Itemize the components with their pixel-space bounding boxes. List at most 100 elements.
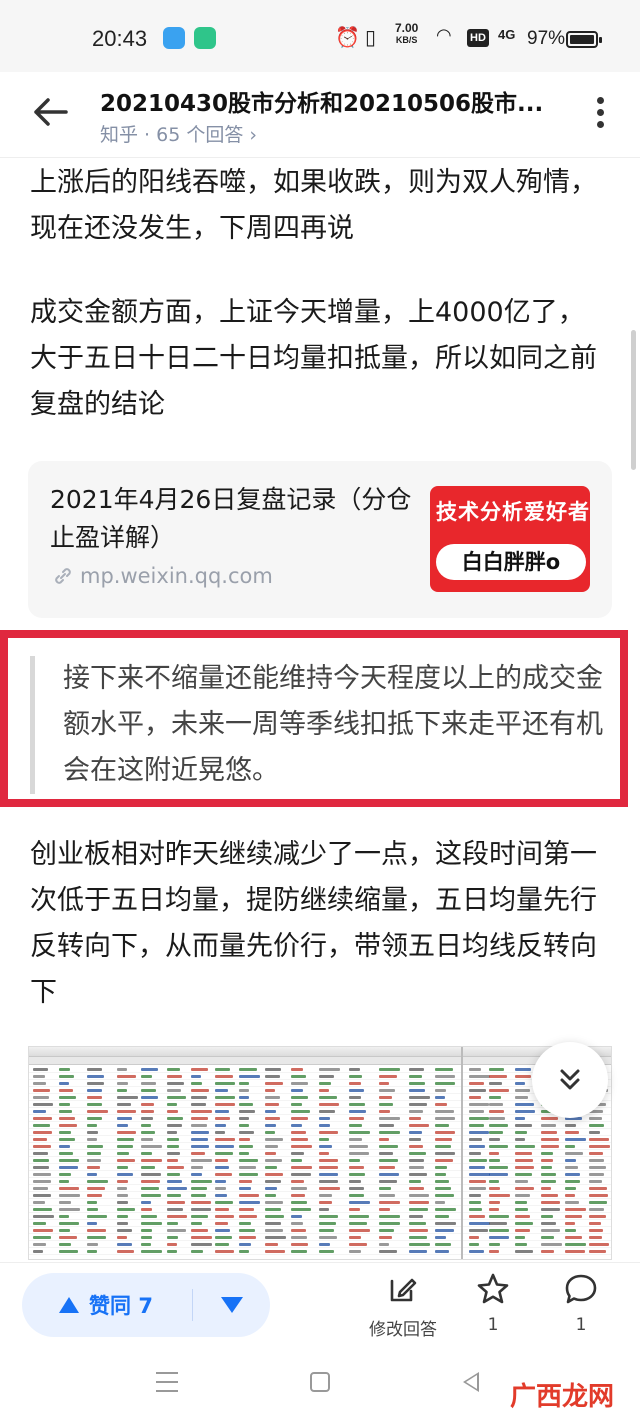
screenshot-cell <box>319 1187 340 1190</box>
favorite-button[interactable]: 1 <box>448 1271 538 1335</box>
screenshot-cell <box>33 1243 46 1246</box>
screenshot-cell <box>565 1250 585 1253</box>
screenshot-cell <box>141 1075 152 1078</box>
downvote-button[interactable] <box>194 1273 270 1337</box>
screenshot-cell <box>515 1110 535 1113</box>
screenshot-cell <box>435 1103 447 1106</box>
screenshot-cell <box>265 1110 276 1113</box>
screenshot-cell <box>59 1103 70 1106</box>
more-options-button[interactable] <box>590 94 610 134</box>
screenshot-cell <box>141 1124 151 1127</box>
screenshot-cell <box>87 1243 98 1246</box>
screenshot-cell <box>319 1082 331 1085</box>
screenshot-cell <box>379 1187 391 1190</box>
screenshot-cell <box>565 1166 578 1169</box>
screenshot-cell <box>409 1117 421 1120</box>
screenshot-cell <box>215 1089 228 1092</box>
system-back-button[interactable] <box>463 1372 479 1392</box>
screenshot-cell <box>589 1166 606 1169</box>
screenshot-cell <box>33 1089 50 1092</box>
link-card-title: 2021年4月26日复盘记录（分仓止盈详解） <box>50 485 412 552</box>
screenshot-cell <box>319 1215 338 1218</box>
screenshot-cell <box>239 1110 255 1113</box>
screenshot-cell <box>167 1173 180 1176</box>
stock-table-screenshot[interactable] <box>28 1046 612 1260</box>
home-button[interactable] <box>310 1372 330 1392</box>
screenshot-cell <box>489 1068 504 1071</box>
screenshot-cell <box>469 1180 486 1183</box>
scrollbar[interactable] <box>631 330 636 470</box>
screenshot-cell <box>435 1166 447 1169</box>
screenshot-cell <box>191 1173 202 1176</box>
screenshot-cell <box>349 1201 370 1204</box>
screenshot-cell <box>409 1173 427 1176</box>
recent-apps-button[interactable] <box>156 1372 178 1394</box>
screenshot-cell <box>87 1096 102 1099</box>
screenshot-cell <box>379 1229 394 1232</box>
screenshot-cell <box>589 1187 607 1190</box>
screenshot-cell <box>291 1208 311 1211</box>
more-dot-icon <box>596 121 604 128</box>
screenshot-cell <box>409 1187 424 1190</box>
thumb-text-2: 白白胖胖o <box>436 544 586 580</box>
screenshot-cell <box>379 1159 398 1162</box>
screenshot-cell <box>435 1159 453 1162</box>
screenshot-cell <box>59 1215 69 1218</box>
screenshot-cell <box>167 1082 184 1085</box>
screenshot-cell <box>167 1180 182 1183</box>
screenshot-cell <box>33 1173 51 1176</box>
screenshot-cell <box>515 1187 534 1190</box>
question-title[interactable]: 20210430股市分析和20210506股市... <box>100 84 560 118</box>
screenshot-cell <box>117 1215 128 1218</box>
screenshot-cell <box>291 1117 308 1120</box>
scroll-to-next-button[interactable] <box>532 1042 608 1118</box>
screenshot-cell <box>489 1159 500 1162</box>
screenshot-cell <box>349 1250 361 1253</box>
screenshot-cell <box>117 1222 128 1225</box>
upvote-button[interactable]: 赞同 7 <box>22 1273 190 1337</box>
screenshot-cell <box>319 1229 334 1232</box>
screenshot-cell <box>541 1159 553 1162</box>
article-paragraph-3: 创业板相对昨天继续减少了一点，这段时间第一次低于五日均量，提防继续缩量，五日均量… <box>30 839 597 1008</box>
screenshot-cell <box>435 1131 455 1134</box>
screenshot-cell <box>349 1096 361 1099</box>
comment-button[interactable]: 1 <box>536 1271 626 1335</box>
screenshot-cell <box>319 1117 330 1120</box>
screenshot-cell <box>87 1159 101 1162</box>
screenshot-cell <box>215 1138 235 1141</box>
screenshot-cell <box>541 1166 552 1169</box>
screenshot-cell <box>167 1124 182 1127</box>
vote-separator <box>192 1289 193 1321</box>
screenshot-cell <box>167 1096 186 1099</box>
screenshot-cell <box>565 1201 579 1204</box>
screenshot-cell <box>469 1145 485 1148</box>
screenshot-cell <box>409 1208 428 1211</box>
screenshot-cell <box>291 1089 303 1092</box>
screenshot-cell <box>167 1187 187 1190</box>
screenshot-cell <box>469 1110 484 1113</box>
screenshot-cell <box>141 1222 162 1225</box>
screenshot-cell <box>349 1180 361 1183</box>
screenshot-cell <box>319 1096 337 1099</box>
double-chevron-down-icon <box>560 1069 580 1090</box>
edit-answer-button[interactable]: 修改回答 <box>358 1271 448 1340</box>
screenshot-cell <box>191 1159 212 1162</box>
screenshot-cell <box>489 1250 499 1253</box>
screenshot-cell <box>215 1187 226 1190</box>
screenshot-cell <box>589 1173 604 1176</box>
screenshot-cell <box>379 1201 400 1204</box>
screenshot-cell <box>33 1145 51 1148</box>
screenshot-cell <box>33 1152 48 1155</box>
link-card-thumbnail: 技术分析爱好者 白白胖胖o <box>430 486 590 592</box>
screenshot-cell <box>515 1082 525 1085</box>
back-button[interactable] <box>28 90 76 138</box>
screenshot-cell <box>319 1166 338 1169</box>
answers-link[interactable]: 知乎 · 65 个回答 › <box>100 120 257 147</box>
screenshot-cell <box>565 1180 580 1183</box>
screenshot-cell <box>409 1194 429 1197</box>
screenshot-cell <box>291 1075 306 1078</box>
screenshot-cell <box>489 1089 509 1092</box>
screenshot-cell <box>141 1250 162 1253</box>
screenshot-cell <box>215 1243 229 1246</box>
link-card[interactable]: 2021年4月26日复盘记录（分仓止盈详解） mp.weixin.qq.com … <box>28 461 612 618</box>
